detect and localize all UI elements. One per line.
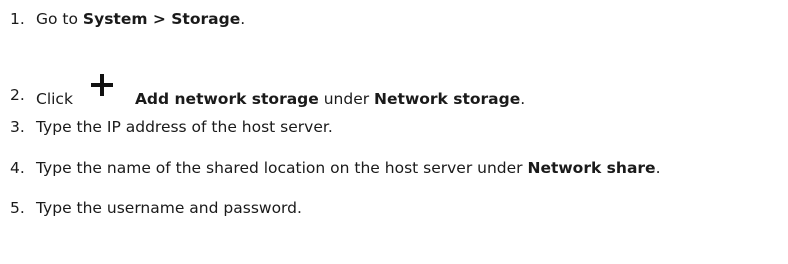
step-number: 2. — [10, 86, 25, 104]
step-text: Go to System > Storage. — [36, 10, 245, 28]
step-1: 1. Go to System > Storage. — [10, 10, 245, 28]
step-text: Click Add network storage under Network s… — [36, 74, 526, 108]
step-2-text-middle: under — [318, 90, 375, 108]
step-text: Type the IP address of the host server. — [36, 118, 333, 136]
step-number: 5. — [10, 199, 25, 217]
step-4-text-start: Type the name of the shared location on … — [36, 159, 528, 177]
step-number: 4. — [10, 159, 25, 177]
step-2-text-end: . — [520, 90, 526, 108]
step-4-text-end: . — [655, 159, 661, 177]
step-text: Type the name of the shared location on … — [36, 159, 661, 177]
step-1-text-end: . — [240, 10, 246, 28]
step-2-text-start: Click — [36, 90, 73, 108]
plus-icon — [90, 74, 113, 96]
step-number: 1. — [10, 10, 25, 28]
step-2: 2. Click Add network storage under Networ… — [10, 74, 526, 108]
step-text: Type the username and password. — [36, 199, 302, 217]
step-4: 4. Type the name of the shared location … — [10, 159, 661, 177]
system-storage-path: System > Storage — [82, 10, 241, 28]
step-1-text-start: Go to — [36, 10, 83, 28]
step-3: 3. Type the IP address of the host serve… — [10, 118, 333, 136]
step-5: 5. Type the username and password. — [10, 199, 302, 217]
add-network-storage-label: Add network storage — [134, 90, 319, 108]
step-number: 3. — [10, 118, 25, 136]
network-share-label: Network share — [527, 159, 656, 177]
network-storage-label: Network storage — [374, 90, 521, 108]
